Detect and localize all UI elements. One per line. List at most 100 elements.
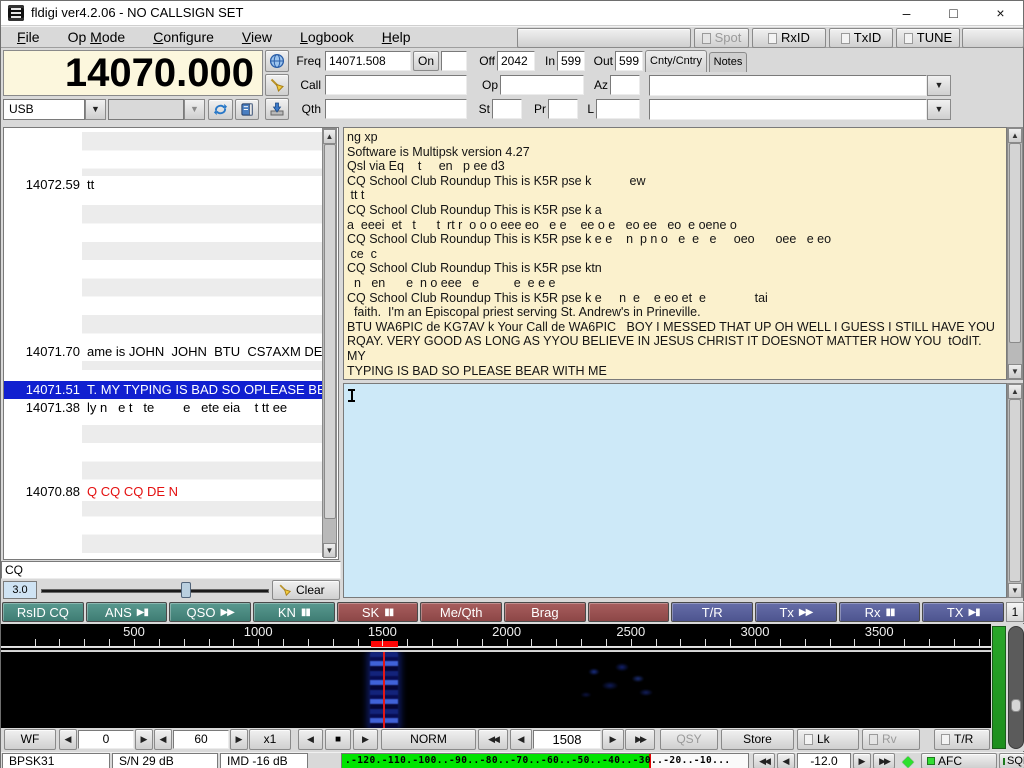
notes-combo-arrow[interactable]: ▼ — [927, 99, 951, 120]
loc-field[interactable] — [596, 99, 640, 119]
wf-scroll-right[interactable]: ▶ — [353, 729, 378, 750]
qth-field[interactable] — [325, 99, 467, 119]
lock-toggle[interactable]: Lk — [797, 729, 859, 750]
scroll-up-icon[interactable]: ▲ — [1008, 128, 1022, 143]
pr-field[interactable] — [548, 99, 578, 119]
browser-row-14071.51[interactable]: 14071.51T. MY TYPING IS BAD SO OPLEASE B… — [4, 381, 322, 399]
wf-range-value[interactable]: 60 — [173, 730, 229, 749]
rx-scrollbar-thumb[interactable] — [1009, 143, 1021, 343]
macro-button-me-qth[interactable]: Me/Qth — [420, 602, 502, 622]
wf-scroll-left[interactable]: ◀ — [298, 729, 323, 750]
wf-lower-decrement[interactable]: ◀ — [59, 729, 77, 750]
logbook-button[interactable] — [235, 99, 259, 120]
rst-out-field[interactable]: 599 — [615, 51, 643, 71]
offset-value[interactable]: -12.0 — [797, 753, 851, 768]
macro-set-counter[interactable]: 1 — [1006, 602, 1024, 622]
txid-toggle[interactable]: TxID — [829, 28, 893, 48]
op-field[interactable] — [500, 75, 584, 95]
menu-help[interactable]: Help — [368, 27, 425, 49]
macro-button-tx[interactable]: Tx▶▶ — [755, 602, 837, 622]
mode-status[interactable]: BPSK31 — [2, 753, 110, 768]
cursor-coarse-up[interactable]: ▶▶ — [625, 729, 655, 750]
wf-range-increment[interactable]: ▶ — [230, 729, 248, 750]
macro-button-tx[interactable]: TX▶▮ — [922, 602, 1004, 622]
macro-button-rx[interactable]: Rx▮▮ — [839, 602, 921, 622]
tx-text-panel[interactable] — [343, 383, 1007, 598]
rx-text-panel[interactable]: ng xp Software is Multipsk version 4.27 … — [343, 127, 1007, 380]
spot-toggle[interactable]: Spot — [694, 28, 749, 48]
tab-cnty-cntry[interactable]: Cnty/Cntry — [645, 50, 707, 72]
macro-button-brag[interactable]: Brag — [504, 602, 586, 622]
notes-combo[interactable] — [649, 99, 927, 120]
scroll-down-icon[interactable]: ▼ — [323, 543, 336, 558]
time-off-field[interactable]: 2042 — [497, 51, 535, 71]
scroll-down-icon[interactable]: ▼ — [1008, 364, 1022, 379]
st-field[interactable] — [492, 99, 522, 119]
rx-scrollbar[interactable]: ▲ ▼ — [1007, 127, 1023, 380]
wf-zoom-button[interactable]: x1 — [249, 729, 291, 750]
afc-toggle[interactable]: AFC — [921, 753, 997, 768]
offset-coarse-up[interactable]: ▶▶ — [873, 753, 895, 768]
tune-toggle[interactable]: TUNE — [896, 28, 960, 48]
menu-file[interactable]: File — [3, 27, 54, 49]
scroll-up-icon[interactable]: ▲ — [323, 129, 336, 144]
squelch-value[interactable]: 3.0 — [3, 581, 37, 599]
cursor-coarse-down[interactable]: ◀◀ — [478, 729, 508, 750]
browser-scrollbar-thumb[interactable] — [324, 144, 336, 519]
qrz-lookup-button[interactable] — [265, 50, 289, 72]
seek-regex-field[interactable]: CQ — [1, 561, 341, 579]
afc-range-slider-thumb[interactable] — [1011, 699, 1021, 712]
tab-notes[interactable]: Notes — [709, 52, 747, 72]
afc-range-slider[interactable] — [1008, 626, 1024, 749]
frequency-display[interactable]: 14070.000 — [3, 50, 263, 96]
menu-view[interactable]: View — [228, 27, 286, 49]
browser-channel-list[interactable]: 14072.59tt14071.70ame is JOHN JOHN BTU C… — [4, 128, 322, 557]
tx-scrollbar[interactable]: ▲ ▼ — [1007, 383, 1023, 598]
waterfall-display[interactable] — [1, 652, 991, 728]
wf-lower-value[interactable]: 0 — [78, 730, 134, 749]
offset-fine-up[interactable]: ▶ — [853, 753, 871, 768]
call-field[interactable] — [325, 75, 467, 95]
country-combo-arrow[interactable]: ▼ — [927, 75, 951, 96]
rst-in-field[interactable]: 599 — [557, 51, 585, 71]
time-on-field[interactable] — [441, 51, 467, 71]
tx-scrollbar-thumb[interactable] — [1009, 399, 1021, 582]
az-field[interactable] — [610, 75, 640, 95]
browser-row-14072.59[interactable]: 14072.59tt — [4, 176, 322, 194]
sql-toggle[interactable]: SQL — [999, 753, 1024, 768]
store-button[interactable]: Store — [721, 729, 794, 750]
macro-button-blank-8[interactable] — [588, 602, 670, 622]
time-on-button[interactable]: On — [413, 51, 439, 71]
country-combo[interactable] — [649, 75, 927, 96]
offset-fine-down[interactable]: ◀ — [777, 753, 795, 768]
audio-cursor-frequency[interactable]: 1508 — [533, 730, 601, 749]
wf-mode-button[interactable]: WF — [4, 729, 56, 750]
mode-select[interactable]: USB — [3, 99, 85, 120]
wf-lower-increment[interactable]: ▶ — [135, 729, 153, 750]
macro-button-ans[interactable]: ANS▶▮ — [86, 602, 168, 622]
menu-configure[interactable]: Configure — [139, 27, 228, 49]
browser-row-14070.88[interactable]: 14070.88Q CQ CQ DE N — [4, 483, 322, 501]
scroll-up-icon[interactable]: ▲ — [1008, 384, 1022, 399]
macro-button-rsid-cq[interactable]: RsID CQ — [2, 602, 84, 622]
wf-pause-button[interactable]: ■ — [325, 729, 351, 750]
minimize-button[interactable]: – — [884, 1, 929, 25]
secondary-mode-select[interactable] — [108, 99, 184, 120]
wf-range-decrement[interactable]: ◀ — [154, 729, 172, 750]
cursor-fine-down[interactable]: ◀ — [510, 729, 532, 750]
close-button[interactable]: × — [978, 1, 1023, 25]
mode-select-arrow[interactable]: ▼ — [85, 99, 106, 120]
tr-toggle[interactable]: T/R — [934, 729, 990, 750]
macro-button-kn[interactable]: KN▮▮ — [253, 602, 335, 622]
browser-row-14071.38[interactable]: 14071.38ly n e t te e ete eia t tt ee — [4, 399, 322, 417]
revert-frequency-button[interactable] — [208, 99, 233, 120]
scroll-down-icon[interactable]: ▼ — [1008, 583, 1022, 598]
freq-field[interactable]: 14071.508 — [325, 51, 411, 71]
squelch-slider-track[interactable] — [41, 589, 269, 593]
wf-palette-button[interactable]: NORM — [381, 729, 476, 750]
squelch-slider-thumb[interactable] — [181, 582, 191, 598]
browser-clear-button[interactable]: Clear — [272, 580, 340, 600]
maximize-button[interactable]: □ — [931, 1, 976, 25]
menu-op-mode[interactable]: Op Mode — [54, 27, 140, 49]
save-qso-button[interactable] — [265, 98, 289, 120]
